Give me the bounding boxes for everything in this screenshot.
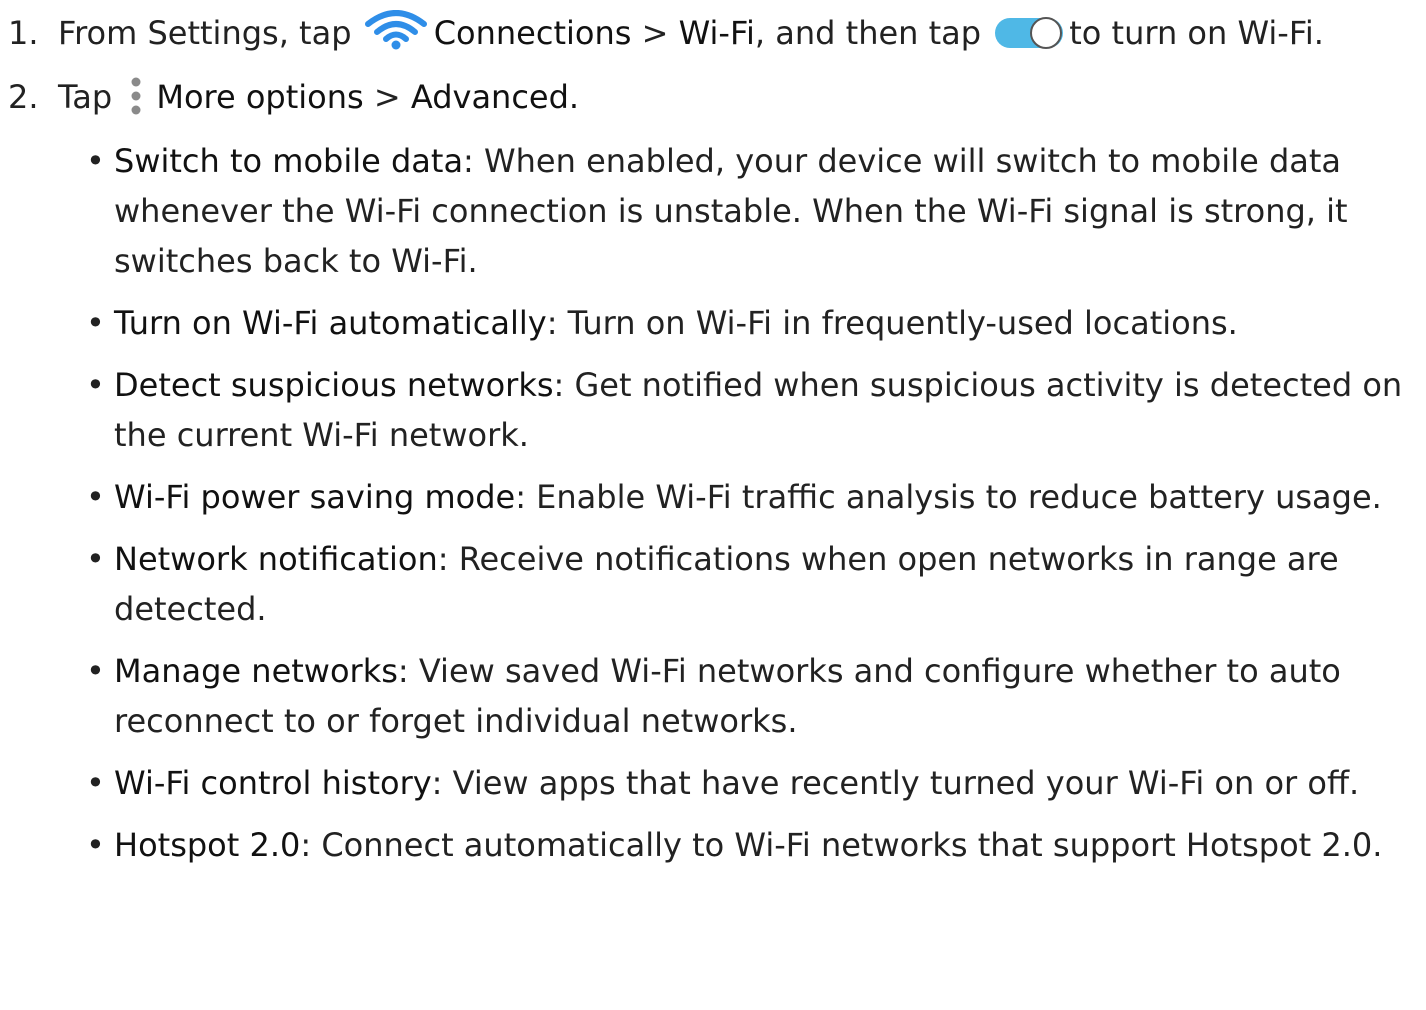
- step-text: , and then tap: [754, 14, 982, 52]
- option-term: Manage networks: [114, 652, 398, 690]
- bullet: •: [86, 764, 105, 802]
- option-term: Wi-Fi control history: [114, 764, 432, 802]
- separator: >: [363, 78, 411, 116]
- step-number: 2.: [8, 78, 39, 116]
- list-item: • Wi-Fi control history: View apps that h…: [84, 758, 1414, 808]
- list-item: • Turn on Wi-Fi automatically: Turn on Wi…: [84, 298, 1414, 348]
- list-item: • Manage networks: View saved Wi-Fi netwo…: [84, 646, 1414, 746]
- list-item: • Detect suspicious networks: Get notifie…: [84, 360, 1414, 460]
- advanced-label: Advanced.: [410, 78, 580, 116]
- bullet: •: [86, 304, 105, 342]
- bullet: •: [86, 652, 105, 690]
- option-term: Switch to mobile data: [114, 142, 464, 180]
- more-options-icon: [131, 77, 141, 115]
- bullet: •: [86, 478, 105, 516]
- wifi-icon: [364, 10, 427, 50]
- step-number: 1.: [8, 14, 39, 52]
- option-term: Turn on Wi-Fi automatically: [114, 304, 547, 342]
- option-description: : Enable Wi-Fi traffic analysis to reduc…: [515, 478, 1382, 516]
- advanced-options-list: • Switch to mobile data: When enabled, yo…: [84, 136, 1414, 882]
- option-term: Wi-Fi power saving mode: [114, 478, 516, 516]
- option-description: : Turn on Wi-Fi in frequently-used locat…: [546, 304, 1238, 342]
- option-term: Hotspot 2.0: [114, 826, 301, 864]
- document: 1. From Settings, tap Connections > Wi-Fi…: [0, 0, 1426, 1010]
- toggle-icon: [995, 17, 1064, 49]
- list-item: • Wi-Fi power saving mode: Enable Wi-Fi t…: [84, 472, 1414, 522]
- option-description: : Connect automatically to Wi-Fi network…: [300, 826, 1383, 864]
- step-2: 2. Tap More options > Advanced.: [8, 72, 579, 122]
- more-options-label: More options: [156, 78, 364, 116]
- separator: >: [631, 14, 679, 52]
- bullet: •: [86, 826, 105, 864]
- bullet: •: [86, 142, 105, 180]
- bullet: •: [86, 366, 105, 404]
- list-item: • Network notification: Receive notificat…: [84, 534, 1414, 634]
- list-item: • Switch to mobile data: When enabled, yo…: [84, 136, 1414, 286]
- step-1: 1. From Settings, tap Connections > Wi-Fi…: [8, 8, 1324, 58]
- bullet: •: [86, 540, 105, 578]
- wifi-label: Wi-Fi: [678, 14, 755, 52]
- connections-label: Connections: [433, 14, 632, 52]
- step-text: to turn on Wi-Fi.: [1069, 14, 1324, 52]
- step-text: From Settings, tap: [58, 14, 352, 52]
- list-item: • Hotspot 2.0: Connect automatically to W…: [84, 820, 1414, 870]
- option-description: : View apps that have recently turned yo…: [431, 764, 1360, 802]
- option-term: Network notification: [114, 540, 438, 578]
- step-text: Tap: [58, 78, 113, 116]
- option-term: Detect suspicious networks: [114, 366, 554, 404]
